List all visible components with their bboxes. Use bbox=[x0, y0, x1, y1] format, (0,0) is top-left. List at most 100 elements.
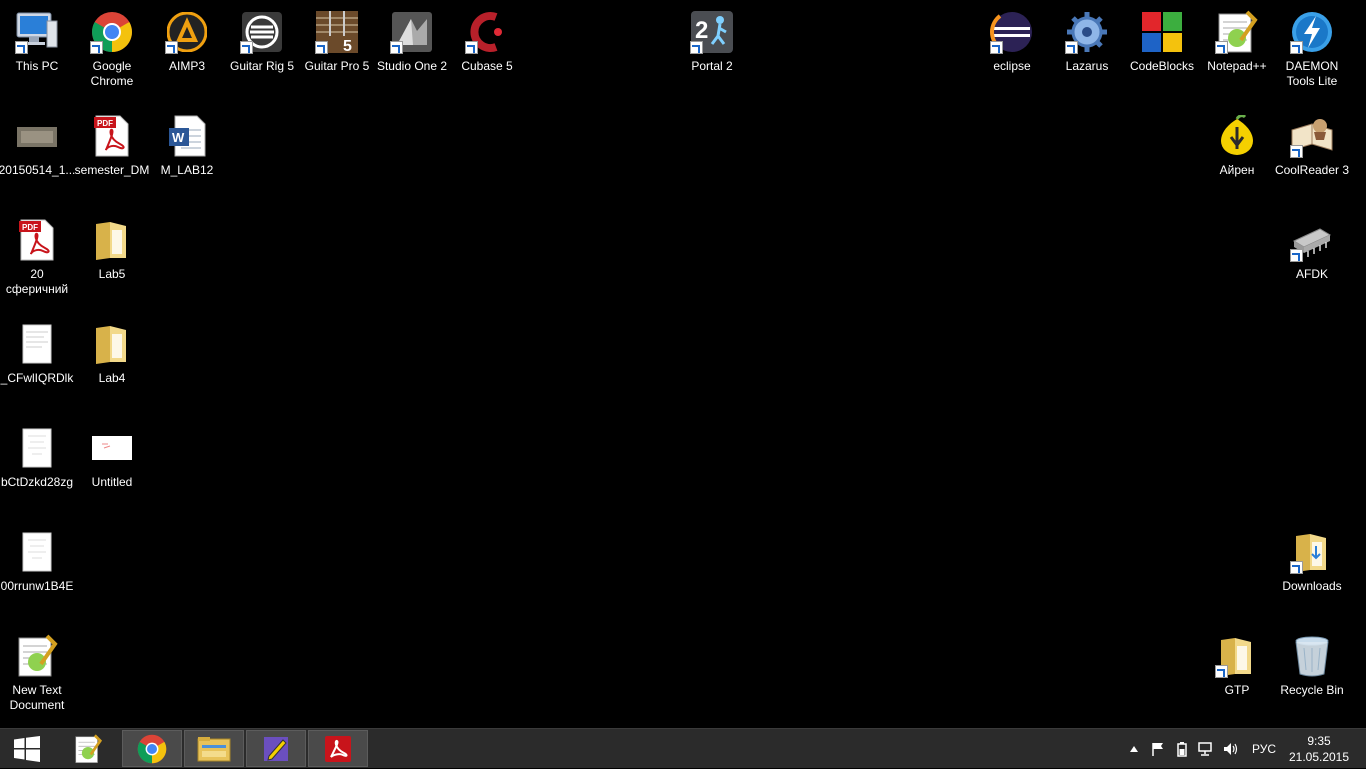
desktop-icon-lab5[interactable]: Lab5 bbox=[75, 212, 149, 282]
desktop-icon-photo[interactable]: 20150514_1... bbox=[0, 108, 76, 178]
lazarus-icon bbox=[1063, 8, 1111, 56]
power-button[interactable] bbox=[1172, 729, 1192, 769]
image-thumbnail-icon bbox=[88, 424, 136, 472]
desktop-icon-gtp[interactable]: GTP bbox=[1200, 628, 1274, 698]
shortcut-arrow-icon bbox=[390, 41, 403, 54]
shortcut-arrow-icon bbox=[465, 41, 478, 54]
desktop-icon-afdk[interactable]: AFDK bbox=[1275, 212, 1349, 282]
desktop-icon-airen[interactable]: Айрен bbox=[1200, 108, 1274, 178]
desktop-icon-notepadpp[interactable]: Notepad++ bbox=[1200, 4, 1274, 74]
desktop-icon-aimp[interactable]: AIMP3 bbox=[150, 4, 224, 74]
notepadpp-document-icon bbox=[13, 632, 61, 680]
taskbar-onenote[interactable] bbox=[246, 730, 306, 767]
clock-time: 9:35 bbox=[1307, 734, 1331, 748]
speaker-icon bbox=[1224, 743, 1238, 755]
action-center-button[interactable] bbox=[1148, 729, 1168, 769]
desktop-icon-studio-one[interactable]: Studio One 2 bbox=[375, 4, 449, 74]
recycle-bin-icon bbox=[1288, 632, 1336, 680]
desktop-icon-rrunw[interactable]: 00rrunw1B4E bbox=[0, 524, 74, 594]
image-thumbnail-icon bbox=[13, 112, 61, 160]
show-hidden-icons-button[interactable] bbox=[1126, 729, 1142, 769]
desktop-icon-lazarus[interactable]: Lazarus bbox=[1050, 4, 1124, 74]
chevron-up-icon bbox=[1130, 746, 1138, 752]
shortcut-arrow-icon bbox=[1215, 665, 1228, 678]
desktop-icon-portal[interactable]: 2 Portal 2 bbox=[675, 4, 749, 74]
coolreader-icon bbox=[1288, 112, 1336, 160]
icon-label: 20150514_1... bbox=[0, 163, 76, 177]
folder-icon bbox=[88, 216, 136, 264]
volume-button[interactable] bbox=[1220, 729, 1242, 769]
desktop-icon-cfw[interactable]: _CFwlIQRDlk bbox=[0, 316, 74, 386]
shortcut-arrow-icon bbox=[1290, 561, 1303, 574]
icon-label: CoolReader 3 bbox=[1274, 163, 1350, 177]
desktop-icon-chrome[interactable]: Google Chrome bbox=[75, 4, 149, 89]
icon-label: Downloads bbox=[1282, 579, 1342, 593]
studio-one-icon bbox=[388, 8, 436, 56]
icon-label: CodeBlocks bbox=[1129, 59, 1195, 73]
icon-label: AFDK bbox=[1295, 267, 1328, 281]
taskbar-chrome[interactable] bbox=[122, 730, 182, 767]
taskbar-acrobat[interactable] bbox=[308, 730, 368, 767]
guitar-pro-icon: 5 bbox=[313, 8, 361, 56]
icon-label: Guitar Pro 5 bbox=[304, 59, 370, 73]
shortcut-arrow-icon bbox=[990, 41, 1003, 54]
shortcut-arrow-icon bbox=[90, 41, 103, 54]
aimp-icon bbox=[163, 8, 211, 56]
clock[interactable]: 9:35 21.05.2015 bbox=[1288, 733, 1350, 765]
desktop-icon-daemon[interactable]: DAEMON Tools Lite bbox=[1275, 4, 1349, 89]
desktop-icon-eclipse[interactable]: eclipse bbox=[975, 4, 1049, 74]
desktop-icon-recycle-bin[interactable]: Recycle Bin bbox=[1275, 628, 1349, 698]
shortcut-arrow-icon bbox=[165, 41, 178, 54]
acrobat-reader-icon bbox=[325, 735, 351, 762]
desktop-icon-guitar-rig[interactable]: Guitar Rig 5 bbox=[225, 4, 299, 74]
desktop-icon-this-pc[interactable]: This PC bbox=[0, 4, 74, 74]
icon-label: Google Chrome bbox=[90, 59, 134, 88]
shortcut-arrow-icon bbox=[1290, 249, 1303, 262]
desktop-icon-untitled[interactable]: Untitled bbox=[75, 420, 149, 490]
svg-text:5: 5 bbox=[343, 38, 352, 54]
network-button[interactable] bbox=[1196, 729, 1216, 769]
desktop[interactable]: This PC Google Chrome AIMP3 Guitar Rig 5… bbox=[0, 0, 1366, 728]
notebook-pen-icon bbox=[264, 736, 288, 761]
svg-text:PDF: PDF bbox=[97, 119, 113, 128]
icon-label: Lab4 bbox=[98, 371, 126, 385]
taskbar-file-explorer[interactable] bbox=[184, 730, 244, 767]
icon-label: semester_DM bbox=[74, 163, 150, 177]
daemon-tools-icon bbox=[1288, 8, 1336, 56]
shortcut-arrow-icon bbox=[1065, 41, 1078, 54]
cubase-icon bbox=[463, 8, 511, 56]
desktop-icon-lab4[interactable]: Lab4 bbox=[75, 316, 149, 386]
codeblocks-icon bbox=[1138, 8, 1186, 56]
desktop-icon-guitar-pro[interactable]: 5 Guitar Pro 5 bbox=[300, 4, 374, 74]
icon-label: Lab5 bbox=[98, 267, 126, 281]
flag-icon bbox=[1152, 743, 1163, 756]
desktop-icon-m-lab12[interactable]: W M_LAB12 bbox=[150, 108, 224, 178]
chrome-icon bbox=[88, 8, 136, 56]
svg-text:2: 2 bbox=[695, 17, 708, 44]
desktop-icon-semester-dm[interactable]: PDF semester_DM bbox=[75, 108, 149, 178]
folder-icon bbox=[1288, 528, 1336, 576]
desktop-icon-coolreader[interactable]: CoolReader 3 bbox=[1275, 108, 1349, 178]
icon-label: Cubase 5 bbox=[461, 59, 513, 73]
notepadpp-icon bbox=[1213, 8, 1261, 56]
icon-label: Recycle Bin bbox=[1280, 683, 1344, 697]
desktop-icon-downloads[interactable]: Downloads bbox=[1275, 524, 1349, 594]
icon-label: Guitar Rig 5 bbox=[229, 59, 295, 73]
notepadpp-icon bbox=[75, 733, 103, 763]
taskbar-notepadpp[interactable] bbox=[58, 730, 118, 767]
icon-label: Untitled bbox=[91, 475, 133, 489]
portal-icon: 2 bbox=[688, 8, 736, 56]
icon-label: DAEMON Tools Lite bbox=[1285, 59, 1339, 88]
desktop-icon-pdf-20[interactable]: PDF 20 сферичний bbox=[0, 212, 74, 297]
shortcut-arrow-icon bbox=[15, 41, 28, 54]
icon-label: New Text Document bbox=[9, 683, 65, 712]
airen-icon bbox=[1213, 112, 1261, 160]
desktop-icon-bct[interactable]: bCtDzkd28zg bbox=[0, 420, 74, 490]
input-language-indicator[interactable]: РУС bbox=[1252, 742, 1276, 756]
document-thumbnail-icon bbox=[13, 528, 61, 576]
start-button[interactable] bbox=[0, 729, 54, 769]
desktop-icon-cubase[interactable]: Cubase 5 bbox=[450, 4, 524, 74]
desktop-icon-codeblocks[interactable]: CodeBlocks bbox=[1125, 4, 1199, 74]
shortcut-arrow-icon bbox=[315, 41, 328, 54]
desktop-icon-new-text-document[interactable]: New Text Document bbox=[0, 628, 74, 713]
